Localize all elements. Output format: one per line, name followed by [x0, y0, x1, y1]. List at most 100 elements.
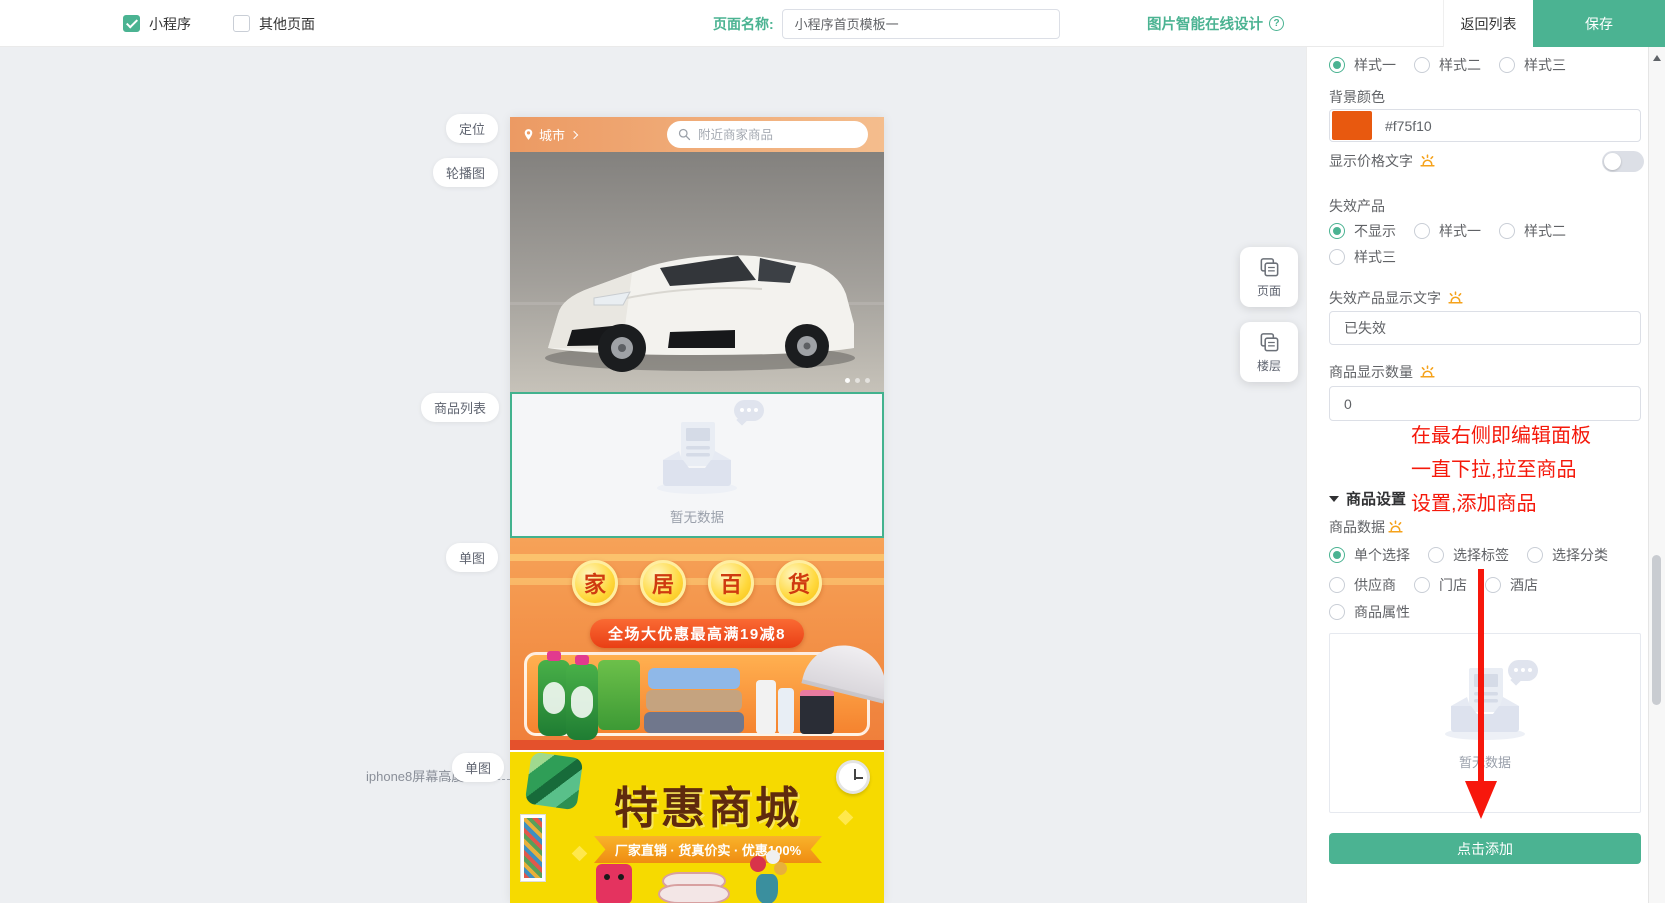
- radio-invalid-style-3[interactable]: 样式三: [1329, 247, 1396, 267]
- radio-invalid-style-2[interactable]: 样式二: [1499, 221, 1566, 241]
- search-input[interactable]: [698, 128, 848, 142]
- radio-single-select[interactable]: 单个选择: [1329, 545, 1410, 565]
- page-panel-button[interactable]: 页面: [1240, 247, 1298, 307]
- back-to-list-button[interactable]: 返回列表: [1443, 0, 1533, 47]
- banner-ribbon: 厂家直销 · 货真价实 · 优惠100%: [594, 836, 822, 863]
- click-to-add-button[interactable]: 点击添加: [1329, 833, 1641, 864]
- flower-vase: [756, 874, 778, 903]
- siren-icon: [1447, 290, 1464, 307]
- display-count-input[interactable]: [1329, 386, 1641, 421]
- location-component[interactable]: 城市: [510, 117, 884, 152]
- lotion-bottle: [756, 680, 776, 734]
- product-data-row-1: 单个选择 选择标签 选择分类: [1329, 545, 1641, 565]
- page-name-group: 页面名称:: [713, 0, 1060, 47]
- siren-icon: [1419, 153, 1436, 170]
- radio-product-attribute[interactable]: 商品属性: [1329, 602, 1410, 622]
- banner-title: 特惠商城: [614, 772, 802, 836]
- top-toolbar: 小程序 其他页面 页面名称: 图片智能在线设计 ? 返回列表 保存: [0, 0, 1665, 47]
- bowl-stack: [658, 884, 730, 903]
- save-button[interactable]: 保存: [1533, 0, 1665, 47]
- siren-icon: [1387, 519, 1404, 536]
- siren-icon: [1419, 364, 1436, 381]
- help-icon[interactable]: ?: [1269, 16, 1284, 31]
- chat-bubble-icon: [734, 400, 764, 421]
- robot-toy: [596, 864, 632, 903]
- color-value: #f75f10: [1385, 118, 1432, 134]
- radio-style-2[interactable]: 样式二: [1414, 55, 1481, 75]
- page-name-input[interactable]: [782, 9, 1060, 39]
- bg-color-label: 背景颜色: [1329, 87, 1641, 107]
- show-price-label: 显示价格文字: [1329, 151, 1641, 171]
- pillow-image: [525, 752, 584, 810]
- panel-scrollbar[interactable]: [1648, 47, 1665, 903]
- radio-style-3[interactable]: 样式三: [1499, 55, 1566, 75]
- radio-hotel[interactable]: 酒店: [1485, 575, 1538, 595]
- scrollbar-thumb[interactable]: [1652, 555, 1661, 705]
- floors-icon: [1258, 331, 1281, 354]
- bg-color-field[interactable]: #f75f10: [1329, 109, 1641, 142]
- coin-char: 居: [640, 560, 686, 606]
- other-pages-label: 其他页面: [259, 14, 315, 34]
- label-product-list: 商品列表: [421, 393, 499, 422]
- invalid-product-label: 失效产品: [1329, 196, 1641, 216]
- invalid-radio-row-1: 不显示 样式一 样式二: [1329, 221, 1641, 241]
- smart-design-label: 图片智能在线设计: [1147, 13, 1263, 34]
- radio-store[interactable]: 门店: [1414, 575, 1467, 595]
- editor-app: 小程序 其他页面 页面名称: 图片智能在线设计 ? 返回列表 保存 定位 轮播图…: [0, 0, 1665, 903]
- city-selector[interactable]: 城市: [522, 117, 577, 152]
- carousel-component[interactable]: [510, 152, 884, 392]
- label-single-image-1: 单图: [446, 543, 498, 572]
- phone-preview: 城市: [510, 117, 884, 903]
- other-pages-checkbox[interactable]: [233, 15, 250, 32]
- city-label: 城市: [539, 125, 565, 144]
- empty-data-text: 暂无数据: [670, 506, 724, 526]
- search-icon: [677, 127, 692, 142]
- show-price-toggle[interactable]: [1602, 151, 1644, 172]
- scroll-up-arrow-icon[interactable]: [1653, 55, 1661, 61]
- smart-design-link[interactable]: 图片智能在线设计 ?: [1147, 0, 1284, 47]
- page-button-label: 页面: [1257, 282, 1281, 299]
- empty-inbox-icon: [651, 420, 743, 494]
- radio-select-category[interactable]: 选择分类: [1527, 545, 1608, 565]
- coin-char: 家: [572, 560, 618, 606]
- banner-discount-pill: 全场大优惠最高满19减8: [590, 619, 804, 648]
- diamond-deco: [838, 810, 854, 826]
- label-position: 定位: [446, 114, 498, 143]
- invalid-text-input[interactable]: [1329, 311, 1641, 345]
- chevron-right-icon: [570, 130, 578, 138]
- flower: [750, 856, 766, 872]
- radio-select-tag[interactable]: 选择标签: [1428, 545, 1509, 565]
- page-type-checkboxes: 小程序 其他页面: [123, 0, 315, 47]
- floor-button-label: 楼层: [1257, 357, 1281, 374]
- coin-char: 货: [776, 560, 822, 606]
- radio-supplier[interactable]: 供应商: [1329, 575, 1396, 595]
- display-count-label: 商品显示数量: [1329, 362, 1641, 382]
- radio-style-1[interactable]: 样式一: [1329, 55, 1396, 75]
- label-single-image-2: 单图: [452, 753, 504, 782]
- banner-coin-row: 家 居 百 货: [510, 560, 884, 606]
- radio-invalid-hide[interactable]: 不显示: [1329, 221, 1396, 241]
- carousel-car-image: [510, 152, 884, 392]
- banner-bottom-strip: [510, 740, 884, 750]
- single-image-component-1[interactable]: 家 居 百 货 全场大优惠最高满19减8: [510, 538, 884, 750]
- gift-box: [800, 690, 834, 734]
- clock-image: [836, 760, 870, 794]
- collapse-triangle-icon: [1329, 496, 1339, 502]
- product-list-component-selected[interactable]: 暂无数据: [510, 392, 884, 538]
- mini-program-checkbox[interactable]: [123, 15, 140, 32]
- style-radio-group: 样式一 样式二 样式三: [1329, 55, 1641, 75]
- floor-panel-button[interactable]: 楼层: [1240, 322, 1298, 382]
- single-image-component-2[interactable]: 特惠商城 厂家直销 · 货真价实 · 优惠100%: [510, 752, 884, 903]
- label-carousel: 轮播图: [433, 158, 498, 187]
- settings-panel: 样式一 样式二 样式三 背景颜色 #f75f10 显示价格文字 失效产品 不显示…: [1306, 47, 1648, 903]
- picture-frame: [520, 814, 546, 882]
- location-pin-icon: [522, 128, 535, 141]
- product-empty-box: 暂无数据: [1329, 633, 1641, 813]
- towel-stack: [644, 712, 744, 733]
- radio-invalid-style-1[interactable]: 样式一: [1414, 221, 1481, 241]
- detergent-bag: [598, 660, 640, 730]
- page-name-label: 页面名称:: [713, 14, 774, 34]
- search-bar[interactable]: [667, 121, 868, 148]
- towel-stack: [646, 690, 742, 711]
- color-swatch[interactable]: [1332, 111, 1372, 140]
